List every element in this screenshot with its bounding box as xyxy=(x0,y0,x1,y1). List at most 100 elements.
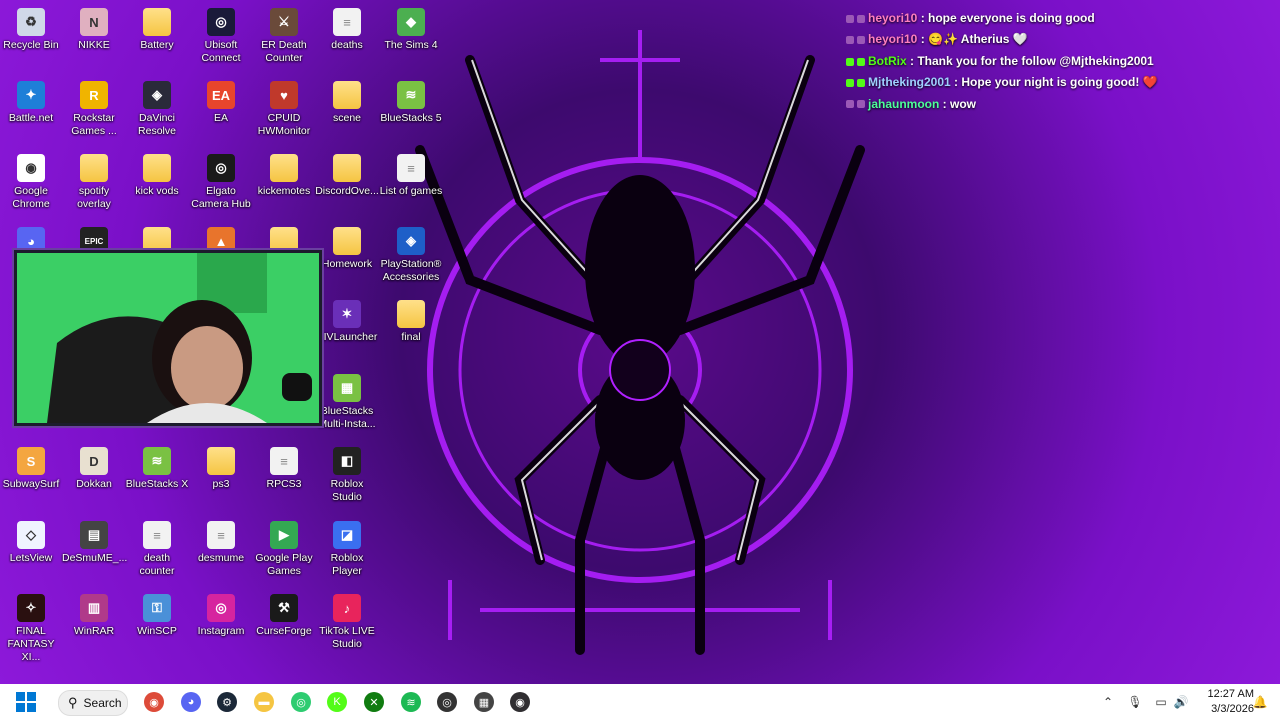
badge-icon xyxy=(846,100,854,109)
desktop-icon[interactable]: ✦ Battle.net xyxy=(0,77,63,145)
desktop-icon[interactable]: ≋ BlueStacks X xyxy=(125,443,189,511)
desktop-icon-label: deaths xyxy=(331,39,363,51)
taskbar-app-button[interactable]: ▬ xyxy=(251,689,277,715)
taskbar-app-button[interactable]: ◎ xyxy=(288,689,314,715)
desktop-icon[interactable]: ✶ XIVLauncher xyxy=(315,296,379,364)
start-button[interactable] xyxy=(13,689,39,715)
desktop-icon[interactable]: ◎ Ubisoft Connect xyxy=(189,4,253,72)
desktop-icon[interactable]: ≋ BlueStacks 5 xyxy=(379,77,443,145)
desktop-icon[interactable]: ◆ The Sims 4 xyxy=(379,4,443,72)
steam-icon: ⚙ xyxy=(217,692,237,712)
desktop-icon[interactable]: ≡ deaths xyxy=(315,4,379,72)
chat-username[interactable]: Mjtheking2001 xyxy=(868,75,951,89)
desktop-icon-label: List of games xyxy=(379,185,443,197)
taskbar-app-button[interactable]: ◕ xyxy=(178,689,204,715)
final-fantasy-icon: ✧ xyxy=(17,594,45,622)
desktop-icon[interactable]: ◉ Google Chrome xyxy=(0,150,63,218)
desktop-icon[interactable]: ⚒ CurseForge xyxy=(252,590,316,658)
taskbar-app-button[interactable]: ▦ xyxy=(471,689,497,715)
desktop-icon[interactable]: ◎ Instagram xyxy=(189,590,253,658)
desktop-icon[interactable]: ≡ List of games xyxy=(379,150,443,218)
taskbar-app-button[interactable]: ◉ xyxy=(141,689,167,715)
bluestacks-x-icon: ≋ xyxy=(143,447,171,475)
desktop-icon-label: ER Death Counter xyxy=(261,39,307,64)
bluestacks-multi-icon: ▦ xyxy=(333,374,361,402)
desktop-icon[interactable]: S SubwaySurf xyxy=(0,443,63,511)
desktop-icon[interactable]: ♪ TikTok LIVE Studio xyxy=(315,590,379,658)
desktop-icon-label: Dokkan xyxy=(76,478,112,490)
chevron-up-icon[interactable]: ⌃ xyxy=(1100,694,1116,710)
taskbar-app-button[interactable]: ≋ xyxy=(398,689,424,715)
desktop-icon-label: DeSmuME_... xyxy=(62,552,128,564)
network-icon[interactable]: ▭ xyxy=(1153,694,1169,710)
chat-username[interactable]: BotRix xyxy=(868,54,907,68)
desktop-icon[interactable]: kickemotes xyxy=(252,150,316,218)
badge-icon xyxy=(857,14,865,23)
taskbar-app-button[interactable]: ◎ xyxy=(434,689,460,715)
desktop-icon[interactable]: EA EA xyxy=(189,77,253,145)
taskbar-app-button[interactable]: ✕ xyxy=(361,689,387,715)
search-button[interactable]: ⚲ Search xyxy=(58,690,128,716)
desktop-icon[interactable]: N NIKKE xyxy=(62,4,126,72)
desktop-icon-label: Rockstar Games ... xyxy=(71,112,117,137)
desktop-icon[interactable]: ◇ LetsView xyxy=(0,517,63,585)
kick-icon: K xyxy=(327,692,347,712)
roblox-studio-icon: ◧ xyxy=(333,447,361,475)
google-play-games-icon: ▶ xyxy=(270,521,298,549)
chat-username[interactable]: heyori10 xyxy=(868,11,917,25)
desktop-icon[interactable]: ps3 xyxy=(189,443,253,511)
desktop-icon[interactable]: ♥ CPUID HWMonitor xyxy=(252,77,316,145)
clock[interactable]: 12:27 AM 3/3/2026 xyxy=(1194,687,1254,717)
chat-message: jahaunmoon : wow xyxy=(846,94,1266,115)
rockstar-icon: R xyxy=(80,81,108,109)
desktop-icon[interactable]: ✧ FINAL FANTASY XI... xyxy=(0,590,63,663)
desktop-icon[interactable]: ▶ Google Play Games xyxy=(252,517,316,585)
desktop-icon[interactable]: ≡ RPCS3 xyxy=(252,443,316,511)
desktop-icon[interactable]: ≡ desmume xyxy=(189,517,253,585)
date: 3/3/2026 xyxy=(1211,703,1254,715)
chat-username[interactable]: heyori10 xyxy=(868,32,917,46)
desktop-icon[interactable]: final xyxy=(379,296,443,364)
taskbar-app-button[interactable]: K xyxy=(324,689,350,715)
desktop-icon[interactable]: ≡ death counter xyxy=(125,517,189,585)
badge-icon xyxy=(846,79,854,87)
desktop-icon[interactable]: R Rockstar Games ... xyxy=(62,77,126,145)
desktop-icon[interactable]: ◧ Roblox Studio xyxy=(315,443,379,511)
desktop-icon[interactable]: DiscordOve... xyxy=(315,150,379,218)
desktop-icon-label: Roblox Player xyxy=(330,552,364,577)
desktop-icon[interactable]: ◎ Elgato Camera Hub xyxy=(189,150,253,218)
desktop-icon[interactable]: kick vods xyxy=(125,150,189,218)
desktop-icon[interactable]: ▤ DeSmuME_... xyxy=(62,517,128,585)
desktop-icon[interactable]: D Dokkan xyxy=(62,443,126,511)
desktop-icon[interactable]: ▦ BlueStacks Multi-Insta... xyxy=(315,370,379,438)
desktop-icon-label: PlayStation® Accessories xyxy=(380,258,442,283)
webcam-overlay xyxy=(14,250,322,426)
desktop-icon[interactable]: ▥ WinRAR xyxy=(62,590,126,658)
taskbar-app-button[interactable]: ◉ xyxy=(507,689,533,715)
chat-text: : hope everyone is doing good xyxy=(917,11,1095,25)
taskbar-app-button[interactable]: ⚙ xyxy=(214,689,240,715)
desktop-icon[interactable]: Battery xyxy=(125,4,189,72)
desktop-icon[interactable]: Homework xyxy=(315,223,379,291)
folder-icon xyxy=(397,300,425,328)
desktop-icon-label: Recycle Bin xyxy=(3,39,59,51)
file-icon: ≡ xyxy=(397,154,425,182)
desktop-icon[interactable]: scene xyxy=(315,77,379,145)
badge-icon xyxy=(846,57,854,66)
desktop-icon-label: CurseForge xyxy=(256,625,312,637)
notifications-icon[interactable]: 🔔 xyxy=(1252,694,1268,710)
winrar-icon: ▥ xyxy=(80,594,108,622)
desktop-icon-label: BlueStacks Multi-Insta... xyxy=(318,405,376,430)
desktop-icon[interactable]: ◈ PlayStation® Accessories xyxy=(379,223,443,291)
chat-username[interactable]: jahaunmoon xyxy=(868,97,939,111)
desktop-icon[interactable]: ♻ Recycle Bin xyxy=(0,4,63,72)
microphone-icon[interactable]: 🎙 xyxy=(1127,694,1143,710)
badge-icon xyxy=(857,100,865,109)
desktop-icon[interactable]: ◈ DaVinci Resolve xyxy=(125,77,189,145)
desktop-icon[interactable]: ⚿ WinSCP xyxy=(125,590,189,658)
desktop-icon[interactable]: ⚔ ER Death Counter xyxy=(252,4,316,72)
volume-icon[interactable]: 🔊 xyxy=(1173,694,1189,710)
instagram-icon: ◎ xyxy=(207,594,235,622)
desktop-icon[interactable]: ◪ Roblox Player xyxy=(315,517,379,585)
desktop-icon[interactable]: spotify overlay xyxy=(62,150,126,218)
